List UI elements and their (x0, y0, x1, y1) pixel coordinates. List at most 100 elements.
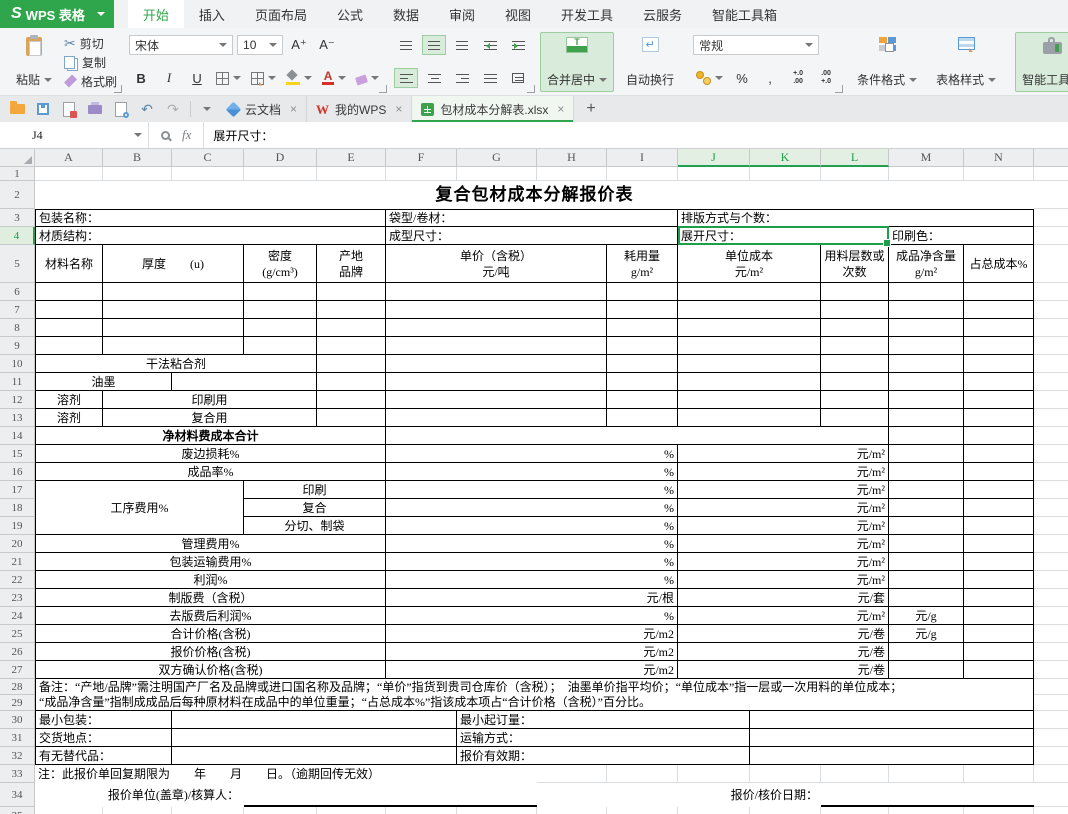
cell[interactable] (1034, 553, 1068, 571)
column-header-G[interactable]: G (457, 149, 537, 167)
cell[interactable]: 管理费用% (35, 535, 386, 553)
cell[interactable] (889, 499, 964, 517)
cell[interactable] (607, 319, 678, 337)
cell[interactable] (1034, 283, 1068, 301)
cell[interactable]: 干法粘合剂 (35, 355, 317, 373)
cell[interactable] (103, 283, 244, 301)
cell[interactable] (172, 167, 244, 181)
cell[interactable] (1034, 319, 1068, 337)
column-header-F[interactable]: F (386, 149, 457, 167)
row-header-22[interactable]: 22 (0, 571, 35, 589)
cell[interactable] (821, 301, 889, 319)
cell[interactable] (244, 319, 317, 337)
cell[interactable] (964, 607, 1034, 625)
row-header-2[interactable]: 2 (0, 181, 35, 209)
save-button[interactable] (34, 100, 52, 118)
row-header-23[interactable]: 23 (0, 589, 35, 607)
bold-button[interactable]: B (129, 68, 153, 88)
cell[interactable] (750, 765, 821, 783)
cell[interactable] (35, 337, 103, 355)
cell[interactable] (1034, 409, 1068, 427)
row-header-1[interactable]: 1 (0, 167, 35, 181)
column-header-C[interactable]: C (172, 149, 244, 167)
cell[interactable] (889, 319, 964, 337)
cell[interactable] (537, 807, 607, 814)
menu-tab-cloud-services[interactable]: 云服务 (628, 0, 697, 28)
cell[interactable] (821, 409, 889, 427)
align-left-button[interactable] (394, 68, 418, 88)
cell[interactable] (537, 783, 678, 807)
font-size-select[interactable]: 10 (237, 35, 283, 55)
column-header-M[interactable]: M (889, 149, 964, 167)
cell[interactable] (678, 765, 750, 783)
undo-button[interactable]: ↶ (138, 100, 156, 118)
column-header-J[interactable]: J (678, 149, 750, 167)
cell[interactable] (750, 711, 1034, 729)
cell[interactable] (964, 391, 1034, 409)
cell[interactable] (964, 643, 1034, 661)
fill-handle[interactable] (883, 239, 891, 247)
cell[interactable] (964, 553, 1034, 571)
cell[interactable] (172, 729, 457, 747)
font-color-button[interactable]: A (319, 68, 349, 88)
tab-workbook[interactable]: 包材成本分解表.xlsx × (412, 96, 574, 122)
cell[interactable]: % (386, 463, 678, 481)
cell[interactable] (172, 373, 317, 391)
cell[interactable] (607, 355, 678, 373)
cell[interactable]: 袋型/卷材： (386, 209, 678, 227)
cell[interactable]: 元/m² (678, 499, 889, 517)
cell[interactable] (750, 747, 1034, 765)
cell[interactable]: 展开尺寸： (678, 227, 889, 245)
cell[interactable] (35, 783, 103, 807)
close-icon[interactable]: × (290, 102, 297, 116)
cell[interactable] (607, 167, 678, 181)
cell[interactable]: % (386, 571, 678, 589)
cell[interactable]: 报价/核价日期： (678, 783, 821, 807)
cell[interactable]: 溶剂 (35, 391, 103, 409)
cell[interactable]: 运输方式： (457, 729, 750, 747)
column-header-A[interactable]: A (35, 149, 103, 167)
cell[interactable] (607, 301, 678, 319)
cell[interactable]: 最小包装： (35, 711, 172, 729)
row-header-10[interactable]: 10 (0, 355, 35, 373)
row-header-20[interactable]: 20 (0, 535, 35, 553)
print-preview-button[interactable] (112, 100, 130, 118)
increase-decimal-button[interactable]: +.0.00 (786, 68, 810, 88)
cell[interactable]: 元/m² (678, 463, 889, 481)
cell[interactable] (1034, 625, 1068, 643)
menu-tab-page-layout[interactable]: 页面布局 (240, 0, 322, 28)
menu-tab-data[interactable]: 数据 (378, 0, 434, 28)
cell[interactable] (35, 283, 103, 301)
cell[interactable] (317, 337, 386, 355)
cell[interactable] (317, 391, 386, 409)
cell[interactable] (1034, 445, 1068, 463)
cell[interactable] (964, 661, 1034, 679)
cell[interactable] (964, 535, 1034, 553)
row-header-9[interactable]: 9 (0, 337, 35, 355)
cell[interactable]: 制版费（含税） (35, 589, 386, 607)
cell[interactable] (678, 167, 750, 181)
cell[interactable] (889, 765, 964, 783)
cell[interactable] (1034, 765, 1068, 783)
cell[interactable] (537, 765, 607, 783)
menu-tab-smart-toolbox[interactable]: 智能工具箱 (697, 0, 792, 28)
cell[interactable] (386, 319, 607, 337)
cell[interactable]: 印刷色： (889, 227, 1034, 245)
cell[interactable] (678, 409, 821, 427)
cell[interactable] (964, 319, 1034, 337)
row-header-4[interactable]: 4 (0, 227, 35, 245)
column-header-D[interactable]: D (244, 149, 317, 167)
align-center-button[interactable] (422, 68, 446, 88)
cell[interactable] (317, 373, 386, 391)
cell[interactable]: 元/卷 (678, 625, 889, 643)
cell[interactable]: 成型尺寸： (386, 227, 678, 245)
cell[interactable] (457, 167, 537, 181)
cell[interactable] (537, 167, 607, 181)
cell[interactable] (821, 807, 889, 814)
cell[interactable] (1034, 499, 1068, 517)
cell[interactable]: % (386, 481, 678, 499)
align-right-button[interactable] (450, 68, 474, 88)
cell[interactable] (386, 391, 607, 409)
cell[interactable] (386, 167, 457, 181)
cell[interactable] (889, 283, 964, 301)
